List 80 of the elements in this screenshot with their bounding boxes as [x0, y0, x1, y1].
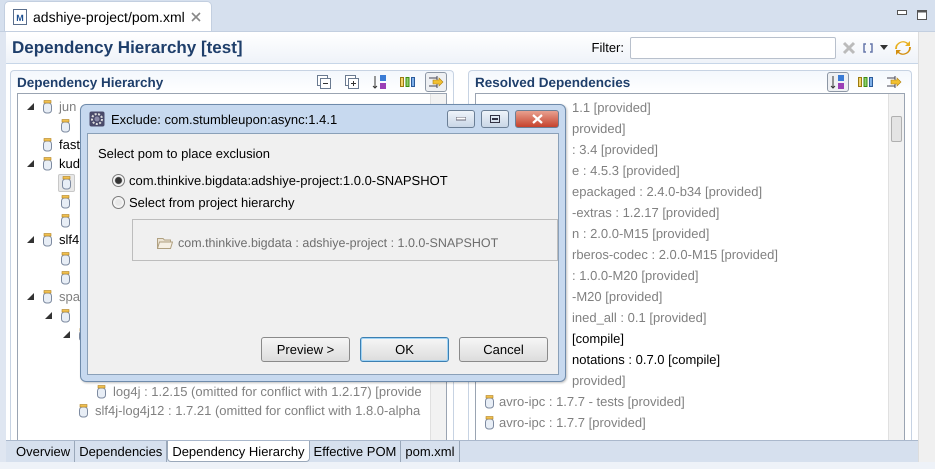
- dependency-item[interactable]: slf4: [59, 232, 80, 247]
- gear-icon: [89, 111, 105, 127]
- maximize-button[interactable]: [481, 110, 509, 128]
- dropdown-caret-icon[interactable]: [880, 45, 888, 50]
- expand-arrow-icon[interactable]: [62, 331, 70, 338]
- dependency-item[interactable]: fast: [59, 137, 80, 152]
- refresh-icon[interactable]: [894, 38, 912, 56]
- jar-icon[interactable]: [58, 270, 73, 286]
- close-icon[interactable]: [190, 12, 201, 22]
- dialog-button[interactable]: Cancel: [459, 337, 548, 362]
- jar-icon[interactable]: [40, 156, 55, 172]
- expand-arrow-icon[interactable]: [26, 293, 34, 300]
- folder-icon: [157, 237, 173, 249]
- dependency-item[interactable]: jun: [59, 99, 76, 114]
- dependency-item[interactable]: -M20 [provided]: [572, 289, 662, 304]
- radio-label[interactable]: com.thinkive.bigdata:adshiye-project:1.0.0-SNAPSHOT: [129, 172, 448, 188]
- dependency-item[interactable]: rberos-codec : 2.0.0-M15 [provided]: [572, 247, 778, 262]
- dependency-item[interactable]: log4j : 1.2.15 (omitted for conflict with 1.2.17) [provide: [113, 384, 422, 399]
- jar-icon[interactable]: [40, 98, 55, 114]
- dependency-item[interactable]: e : 4.5.3 [provided]: [572, 163, 680, 178]
- radio-button[interactable]: [112, 196, 125, 208]
- jar-icon: [484, 416, 495, 430]
- scrollbar[interactable]: [888, 94, 904, 440]
- editor-tab[interactable]: M adshiye-project/pom.xml: [4, 1, 212, 31]
- filter-label: Filter:: [592, 40, 624, 55]
- dependency-item[interactable]: [compile]: [572, 331, 624, 346]
- jar-icon[interactable]: [58, 118, 73, 134]
- panel-title: Dependency Hierarchy: [17, 74, 164, 90]
- dependency-item[interactable]: : 3.4 [provided]: [572, 142, 658, 157]
- panel-title: Resolved Dependencies: [475, 74, 632, 90]
- jar-icon[interactable]: [58, 174, 75, 192]
- dialog-button[interactable]: OK: [360, 337, 449, 362]
- filter-toggle-icon[interactable]: [425, 72, 447, 92]
- maximize-icon[interactable]: [917, 10, 927, 20]
- jar-icon[interactable]: [40, 232, 55, 248]
- page-title: Dependency Hierarchy [test]: [12, 38, 244, 58]
- brackets-icon[interactable]: [862, 42, 874, 54]
- sort-icon[interactable]: [827, 72, 849, 92]
- dependency-item[interactable]: avro-ipc : 1.7.7 - tests [provided]: [499, 394, 685, 409]
- page-tab[interactable]: Dependency Hierarchy: [167, 441, 310, 462]
- maximize-icon: [490, 115, 500, 123]
- dependency-item[interactable]: slf4j-log4j12 : 1.7.21 (omitted for conflict with 1.8.0-alpha: [95, 403, 420, 418]
- dependency-item[interactable]: provided]: [572, 373, 626, 388]
- expand-arrow-icon[interactable]: [26, 103, 34, 110]
- expand-arrow-icon[interactable]: [44, 312, 52, 319]
- dependency-item[interactable]: avro-ipc : 1.7.7 [provided]: [499, 415, 646, 430]
- jar-icon: [484, 394, 495, 408]
- dialog-prompt: Select pom to place exclusion: [98, 146, 271, 161]
- jar-icon[interactable]: [40, 136, 55, 152]
- dependency-item[interactable]: : 1.0.0-M20 [provided]: [572, 268, 698, 283]
- scrollbar[interactable]: [918, 32, 935, 462]
- dialog-title: Exclude: com.stumbleupon:async:1.4.1: [111, 112, 338, 126]
- dialog-button[interactable]: Preview >: [261, 337, 350, 362]
- dependency-item[interactable]: n : 2.0.0-M15 [provided]: [572, 226, 710, 241]
- expand-arrow-icon[interactable]: [26, 236, 34, 243]
- close-icon: [532, 114, 542, 124]
- jar-icon[interactable]: [58, 194, 73, 210]
- minimize-icon[interactable]: [897, 10, 907, 16]
- dependency-item[interactable]: kud: [59, 156, 80, 171]
- radio-label[interactable]: Select from project hierarchy: [129, 194, 294, 210]
- dependency-item[interactable]: spa: [59, 289, 80, 304]
- filter-field[interactable]: [630, 36, 836, 58]
- jar-icon[interactable]: [76, 402, 91, 418]
- jar-icon[interactable]: [94, 384, 109, 400]
- jar-icon[interactable]: [58, 212, 73, 228]
- dependency-item[interactable]: notations : 0.7.0 [compile]: [572, 352, 720, 367]
- dependency-item[interactable]: -extras : 1.2.17 [provided]: [572, 205, 720, 220]
- radio-button[interactable]: [112, 174, 125, 186]
- dependency-item[interactable]: epackaged : 2.4.0-b34 [provided]: [572, 184, 762, 199]
- maven-letter: M: [16, 12, 24, 22]
- dependency-item[interactable]: ined_all : 0.1 [provided]: [572, 310, 706, 325]
- dependency-item[interactable]: 1.1 [provided]: [572, 100, 651, 115]
- jar-icon[interactable]: [58, 308, 73, 324]
- jar-icon[interactable]: [40, 288, 55, 304]
- close-button[interactable]: [515, 110, 559, 128]
- expand-arrow-icon[interactable]: [26, 160, 34, 167]
- minimize-icon: [456, 117, 466, 121]
- dependency-item[interactable]: provided]: [572, 121, 626, 136]
- jar-icon[interactable]: [58, 250, 73, 266]
- minimize-button[interactable]: [447, 110, 475, 128]
